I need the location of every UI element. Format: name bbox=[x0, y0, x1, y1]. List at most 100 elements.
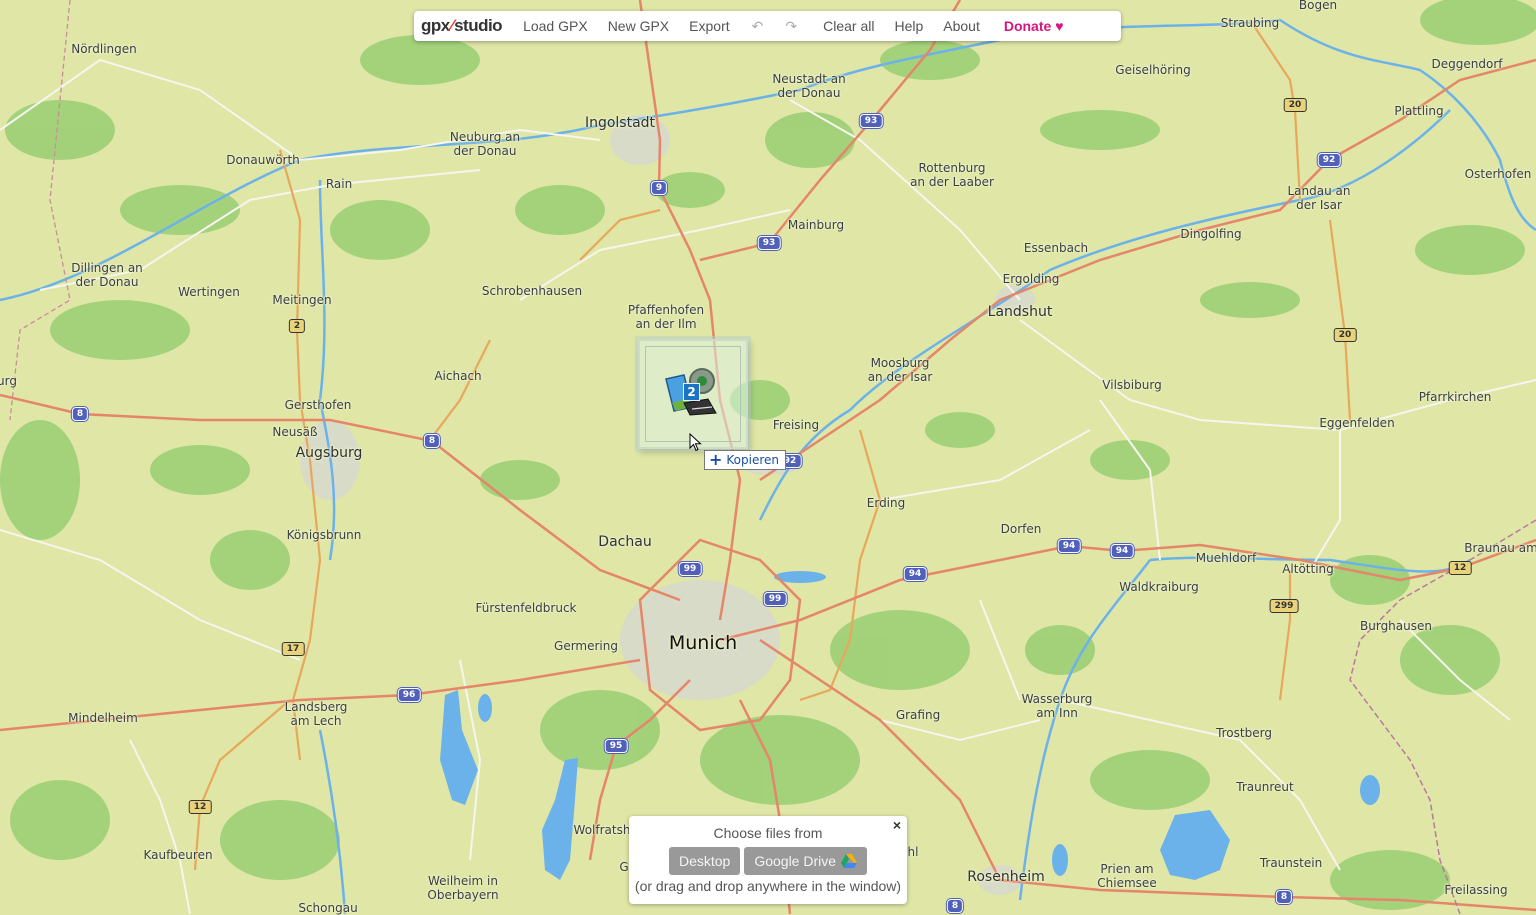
bundes-shield: 299 bbox=[1269, 599, 1299, 613]
top-toolbar: gpx ⁄ studio Load GPX New GPX Export ↶ ↷… bbox=[414, 11, 1121, 41]
place-label: Landshut bbox=[987, 304, 1053, 320]
place-label: Meitingen bbox=[272, 293, 332, 307]
new-gpx-button[interactable]: New GPX bbox=[608, 18, 669, 34]
autobahn-shield: 99 bbox=[678, 562, 702, 576]
redo-icon[interactable]: ↷ bbox=[785, 18, 797, 35]
google-drive-icon bbox=[841, 854, 858, 868]
place-label: Rain bbox=[325, 177, 353, 191]
place-label: Burghausen bbox=[1360, 619, 1432, 633]
autobahn-shield: 8 bbox=[423, 434, 441, 448]
place-label: Pfarrkirchen bbox=[1418, 390, 1492, 404]
place-label: Ergolding bbox=[1002, 272, 1060, 286]
place-label: Rosenheim bbox=[967, 869, 1045, 885]
place-label: Aichach bbox=[434, 369, 482, 383]
place-label: Landsberg am Lech bbox=[284, 700, 348, 728]
place-label: Landau an der Isar bbox=[1287, 184, 1351, 212]
autobahn-shield: 95 bbox=[604, 739, 628, 753]
app-logo[interactable]: gpx ⁄ studio bbox=[421, 16, 503, 36]
place-label: Straubing bbox=[1220, 16, 1280, 30]
google-drive-label: Google Drive bbox=[754, 853, 837, 869]
place-label: Moosburg an der Isar bbox=[867, 356, 933, 384]
about-button[interactable]: About bbox=[943, 18, 980, 34]
autobahn-shield: 92 bbox=[1317, 153, 1341, 167]
place-label: urg bbox=[0, 374, 17, 388]
desktop-button[interactable]: Desktop bbox=[668, 847, 741, 875]
close-icon[interactable]: × bbox=[893, 817, 901, 833]
donate-label: Donate bbox=[1003, 18, 1052, 34]
bundes-shield: 12 bbox=[188, 800, 212, 814]
place-label: Wertingen bbox=[178, 285, 240, 299]
autobahn-shield: 9 bbox=[650, 181, 668, 195]
logo-text-gpx: gpx bbox=[421, 16, 450, 35]
place-label: G bbox=[619, 860, 629, 874]
place-label: Dillingen an der Donau bbox=[71, 261, 143, 289]
place-label: hl bbox=[907, 845, 919, 859]
place-label: Vilsbiburg bbox=[1102, 378, 1162, 392]
autobahn-shield: 94 bbox=[1057, 539, 1081, 553]
place-label: Pfaffenhofen an der Ilm bbox=[627, 303, 705, 331]
place-label: Donauwörth bbox=[226, 153, 300, 167]
place-label: Neusäß bbox=[272, 425, 318, 439]
autobahn-shield: 8 bbox=[71, 407, 89, 421]
mouse-cursor-icon bbox=[689, 433, 702, 452]
place-label: Freilassing bbox=[1444, 883, 1508, 897]
place-label: Munich bbox=[668, 632, 738, 654]
place-label: Neustadt an der Donau bbox=[772, 72, 846, 100]
heart-icon: ♥ bbox=[1055, 18, 1064, 34]
place-label: Kaufbeuren bbox=[143, 848, 213, 862]
place-label: Deggendorf bbox=[1431, 57, 1503, 71]
place-label: Traunreut bbox=[1236, 780, 1294, 794]
place-label: Wasserburg am Inn bbox=[1021, 692, 1093, 720]
place-label: Bogen bbox=[1298, 0, 1338, 12]
donate-button[interactable]: Donate ♥ bbox=[1004, 18, 1064, 34]
place-label: Freising bbox=[772, 418, 820, 432]
place-label: Muehldorf bbox=[1195, 551, 1257, 565]
place-label: Schongau bbox=[298, 901, 358, 915]
google-drive-button[interactable]: Google Drive bbox=[744, 847, 868, 875]
place-label: Weilheim in Oberbayern bbox=[427, 874, 499, 902]
place-label: Prien am Chiemsee bbox=[1097, 862, 1157, 890]
place-label: Osterhofen bbox=[1464, 167, 1532, 181]
autobahn-shield: 93 bbox=[757, 236, 781, 250]
place-label: Königsbrunn bbox=[286, 528, 362, 542]
desktop-label: Desktop bbox=[678, 853, 731, 869]
autobahn-shield: 8 bbox=[1275, 890, 1293, 904]
undo-icon[interactable]: ↶ bbox=[752, 18, 764, 35]
plus-icon: + bbox=[709, 450, 723, 469]
place-label: Dingolfing bbox=[1180, 227, 1242, 241]
place-label: Waldkraiburg bbox=[1119, 580, 1199, 594]
help-button[interactable]: Help bbox=[894, 18, 923, 34]
place-label: Wolfratsh bbox=[573, 823, 631, 837]
place-label: Eggenfelden bbox=[1319, 416, 1395, 430]
export-button[interactable]: Export bbox=[689, 18, 729, 34]
place-label: Gersthofen bbox=[284, 398, 352, 412]
place-label: Ingolstadt bbox=[584, 115, 656, 131]
place-label: Schrobenhausen bbox=[481, 284, 583, 298]
autobahn-shield: 99 bbox=[763, 592, 787, 606]
place-label: Nördlingen bbox=[71, 42, 137, 56]
bundes-shield: 12 bbox=[1448, 561, 1472, 575]
autobahn-shield: 8 bbox=[946, 899, 964, 913]
place-label: Germering bbox=[554, 639, 618, 653]
place-label: Mainburg bbox=[787, 218, 845, 232]
copy-label: Kopieren bbox=[726, 453, 780, 467]
place-label: Rottenburg an der Laaber bbox=[910, 161, 994, 189]
load-gpx-button[interactable]: Load GPX bbox=[523, 18, 588, 34]
place-label: Altötting bbox=[1282, 562, 1334, 576]
autobahn-shield: 94 bbox=[1110, 544, 1134, 558]
bundes-shield: 20 bbox=[1283, 98, 1307, 112]
logo-track-icon: ⁄ bbox=[450, 16, 454, 35]
file-chooser-title: Choose files from bbox=[713, 825, 823, 841]
bundes-shield: 2 bbox=[288, 319, 306, 333]
place-label: Grafing bbox=[895, 708, 941, 722]
copy-drop-tooltip: + Kopieren bbox=[704, 450, 787, 470]
place-label: Traunstein bbox=[1259, 856, 1323, 870]
place-label: Augsburg bbox=[295, 445, 363, 461]
logo-text-studio: studio bbox=[454, 16, 503, 35]
place-label: Neuburg an der Donau bbox=[449, 130, 521, 158]
drag-drop-hint: (or drag and drop anywhere in the window… bbox=[634, 878, 902, 894]
place-label: Essenbach bbox=[1023, 241, 1089, 255]
place-label: Fürstenfeldbruck bbox=[475, 601, 577, 615]
clear-all-button[interactable]: Clear all bbox=[823, 18, 874, 34]
place-label: Dorfen bbox=[1000, 522, 1042, 536]
